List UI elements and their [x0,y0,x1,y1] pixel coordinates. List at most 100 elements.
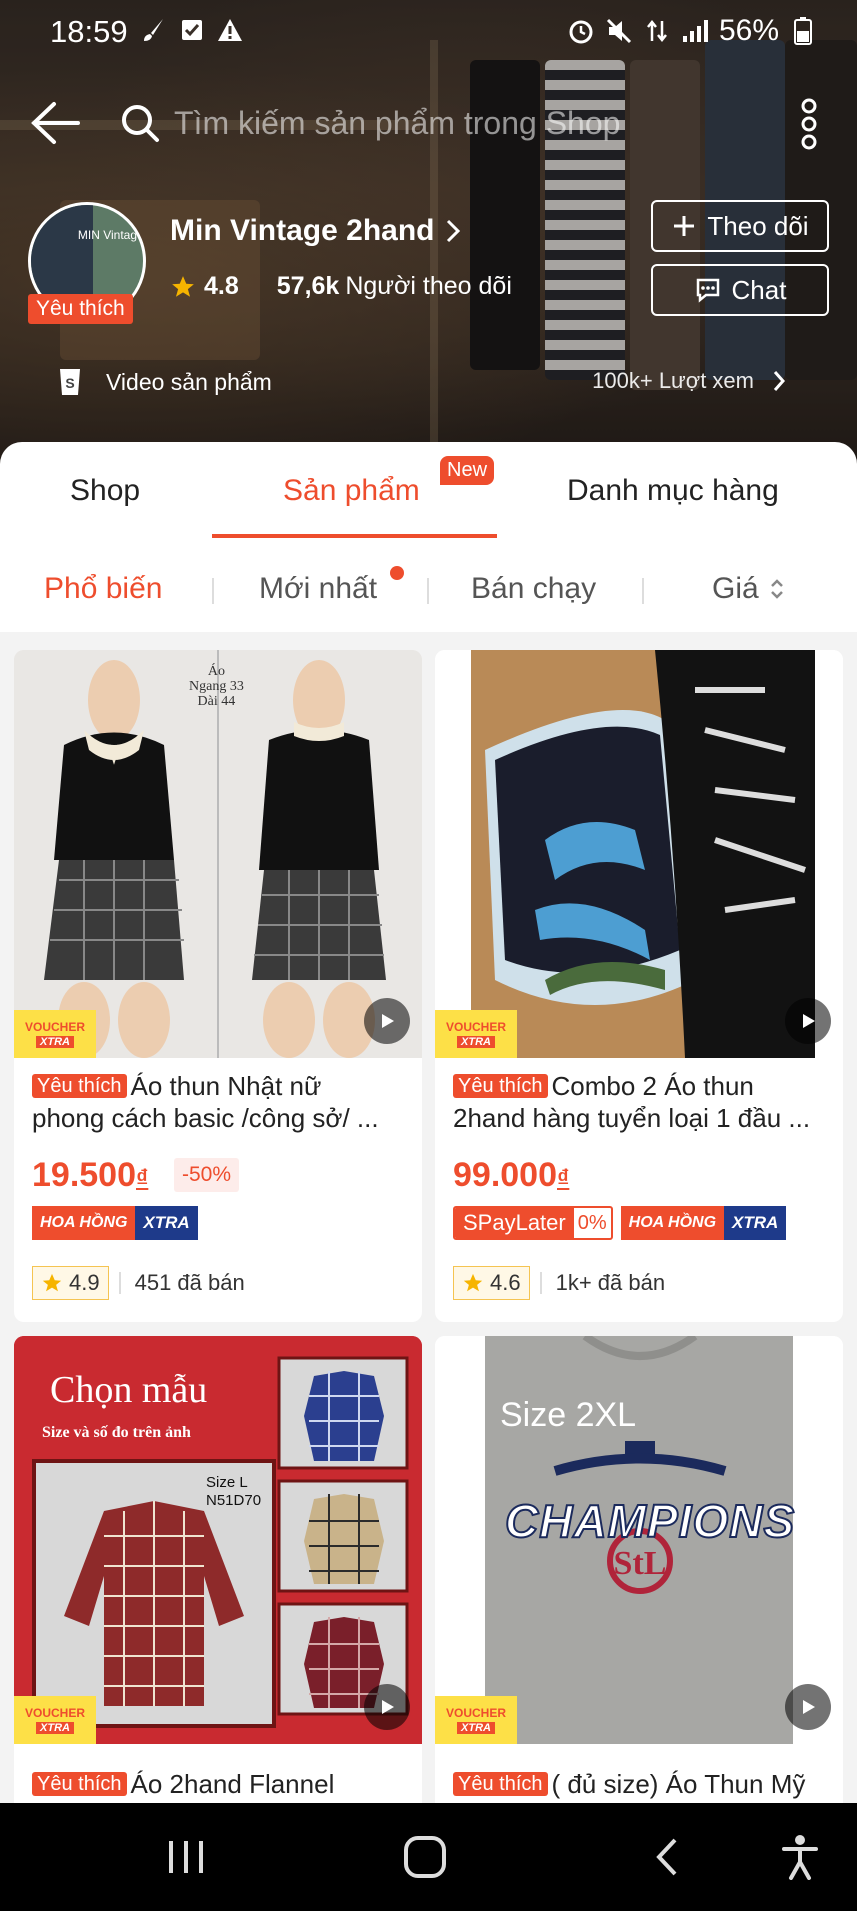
product-video-row[interactable]: S Video sản phẩm 100k+ Lượt xem [56,362,816,402]
product-meta: 4.6 1k+ đã bán [453,1266,665,1300]
search-input[interactable]: Tìm kiếm sản phẩm trong Shop [120,94,740,152]
alarm-icon [567,17,595,45]
spaylater-tag: SPayLater 0% [453,1206,613,1240]
checkbox-icon [178,16,206,44]
svg-text:StL: StL [614,1545,667,1582]
top-bar: Tìm kiếm sản phẩm trong Shop [0,88,857,158]
new-badge: New [440,456,495,485]
product-title: Yêu thích( đủ size) Áo Thun Mỹ [453,1768,833,1800]
back-nav-button[interactable] [636,1829,696,1885]
discount-badge: -50% [174,1158,240,1192]
tab-products[interactable]: Sản phẩm [283,474,420,508]
image-subtitle: Size và số đo trên ảnh [42,1424,191,1441]
play-video-button[interactable] [785,1684,831,1730]
back-arrow-icon [31,102,80,144]
product-price: 99.000₫ [453,1156,570,1194]
hoa-hong-xtra-tag: HOA HỒNG XTRA [32,1206,198,1240]
hoa-hong-xtra-tag: HOA HỒNG XTRA [620,1206,787,1240]
mute-icon [605,17,633,45]
chat-button-label: Chat [731,274,787,305]
chat-button[interactable]: Chat [651,264,829,316]
promo-tags: HOA HỒNG XTRA [32,1205,198,1241]
shop-name[interactable]: Min Vintage 2hand [170,214,462,248]
sort-updown-icon [770,579,783,599]
sort-bar: Phổ biến Mới nhất Bán chạy Giá [0,542,857,632]
active-tab-indicator [212,534,497,538]
product-card[interactable]: Áo Ngang 33 Dài 44 VOUCHER XTRA Yêu thíc… [14,650,422,1322]
home-icon [404,1836,446,1878]
tab-categories[interactable]: Danh mục hàng [567,474,779,508]
play-icon [382,1014,394,1028]
accessibility-button[interactable] [770,1829,830,1885]
video-label: Video sản phẩm [106,368,272,395]
home-button[interactable] [395,1829,455,1885]
rating-box: 4.9 [32,1266,109,1300]
more-vertical-icon [801,98,817,150]
search-icon [122,105,159,142]
shop-avatar-wrap[interactable]: MIN Vintag Yêu thích [28,202,146,324]
back-button[interactable] [28,98,84,148]
sort-best-selling[interactable]: Bán chạy [471,572,596,606]
product-price: 19.500₫ [32,1156,149,1194]
tabs-panel: Shop Sản phẩm New Danh mục hàng Phổ biến… [0,442,857,632]
product-image[interactable]: StL Size 2XL CHAMPIONS VOUCHER XTRA [435,1336,843,1744]
video-views: 100k+ Lượt xem [592,368,786,394]
tab-shop[interactable]: Shop [70,474,140,508]
star-icon [42,1273,62,1292]
favorite-badge: Yêu thích [453,1074,548,1098]
play-video-button[interactable] [785,998,831,1044]
product-card[interactable]: VOUCHER XTRA Yêu thích Combo 2 Áo thun 2h… [435,650,843,1322]
warning-icon [216,16,244,44]
sold-count: 451 đã bán [134,1270,245,1295]
favorite-badge: Yêu thích [453,1772,548,1796]
search-placeholder: Tìm kiếm sản phẩm trong Shop [174,104,621,141]
status-bar: 18:59 56% [0,0,857,66]
screen: { "status": { "time": "18:59", "battery"… [0,0,857,1911]
play-icon [382,1700,394,1714]
recent-apps-icon [169,1841,203,1873]
status-time: 18:59 [50,14,128,49]
sort-newest[interactable]: Mới nhất [259,572,377,606]
play-icon [803,1700,815,1714]
brush-icon [140,16,168,44]
promo-tags: SPayLater 0% HOA HỒNG XTRA [453,1205,787,1241]
star-icon [172,275,194,297]
accessibility-icon [782,1835,818,1880]
product-image[interactable]: VOUCHER XTRA [435,650,843,1058]
more-options-button[interactable] [789,94,829,154]
play-video-button[interactable] [364,998,410,1044]
follow-button[interactable]: Theo dõi [651,200,829,252]
favorite-badge: Yêu thích [32,1074,127,1098]
product-card[interactable]: StL Size 2XL CHAMPIONS VOUCHER XTRA Yêu … [435,1336,843,1816]
product-meta: 4.9 451 đã bán [32,1266,245,1300]
system-nav-bar [0,1803,857,1911]
shop-stats: 4.8 57,6k Người theo dõi [170,272,512,301]
avatar-text: MIN Vintag [77,228,137,242]
back-nav-icon [656,1838,677,1876]
shopee-video-icon: S [60,369,80,395]
product-image[interactable]: Chọn mẫu Size và số đo trên ảnh Size L N… [14,1336,422,1744]
product-image[interactable]: Áo Ngang 33 Dài 44 VOUCHER XTRA [14,650,422,1058]
star-icon [463,1273,483,1292]
sort-price[interactable]: Giá [712,572,785,606]
voucher-badge: VOUCHER XTRA [14,1010,96,1058]
chat-icon [696,278,719,303]
play-video-button[interactable] [364,1684,410,1730]
product-card[interactable]: Chọn mẫu Size và số đo trên ảnh Size L N… [14,1336,422,1816]
product-title: Yêu thích Combo 2 Áo thun 2hand hàng tuyể… [453,1071,811,1133]
tab-bar: Shop Sản phẩm New Danh mục hàng [0,442,857,538]
shop-header: 18:59 56% Tìm kiếm sản phẩm trong Shop M… [0,0,857,470]
play-icon [803,1014,815,1028]
recent-apps-button[interactable] [156,1829,216,1885]
image-caption: Áo Ngang 33 Dài 44 [189,664,244,709]
followers-label: Người theo dõi [345,272,512,300]
image-size: Size 2XL [500,1396,637,1434]
sold-count: 1k+ đã bán [555,1270,666,1295]
favorite-badge: Yêu thích [32,1772,127,1796]
product-photo [14,650,422,1058]
chevron-right-icon [447,219,461,243]
followers-count: 57,6k [276,272,340,300]
sort-popular[interactable]: Phổ biến [44,572,162,606]
data-transfer-icon [643,17,671,45]
voucher-badge: VOUCHER XTRA [435,1696,517,1744]
